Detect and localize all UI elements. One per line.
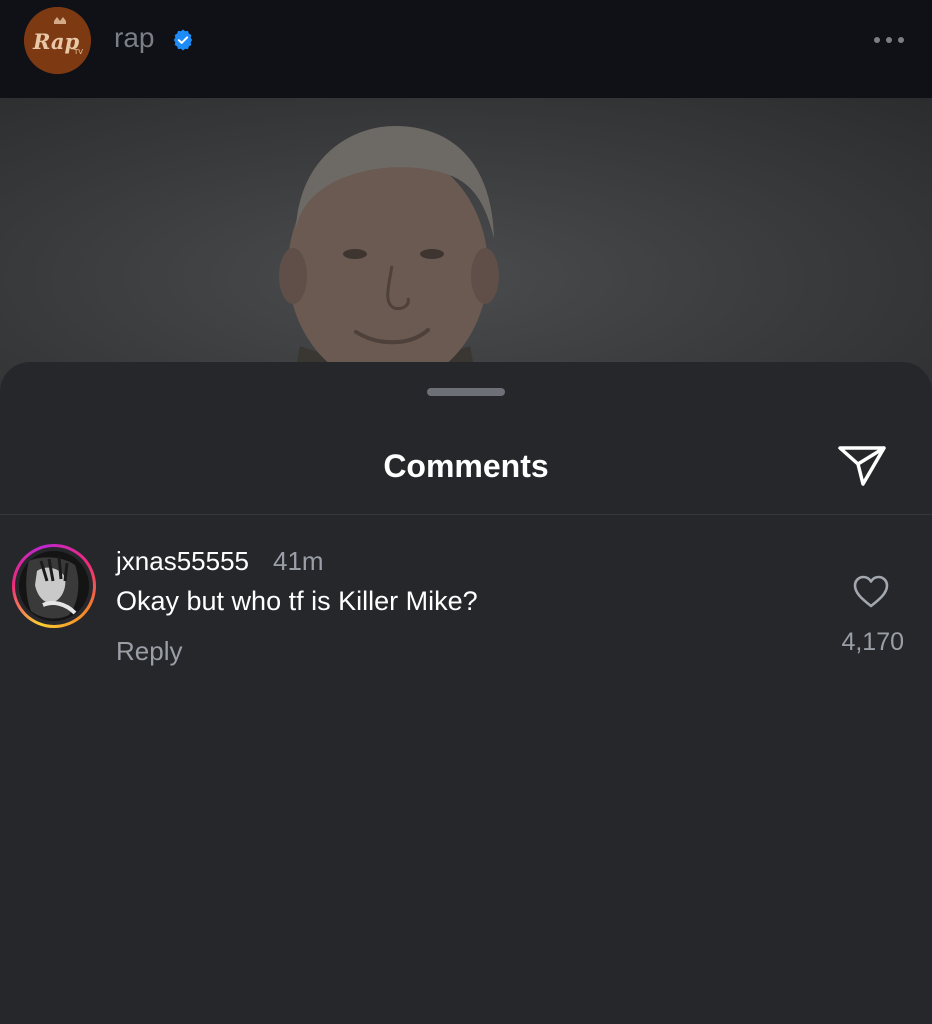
like-count: 4,170 — [841, 628, 904, 656]
sheet-drag-handle[interactable] — [427, 388, 505, 396]
sheet-divider — [0, 514, 932, 515]
instagram-post-screen: Rap TV rap Comments jxnas55555 41m Okay … — [0, 0, 932, 1024]
post-image[interactable] — [0, 98, 932, 398]
account-name[interactable]: rap — [114, 22, 154, 54]
rap-logo: Rap TV — [24, 7, 91, 74]
verified-badge-icon — [173, 29, 193, 51]
comment-item: jxnas55555 41m Okay but who tf is Killer… — [0, 542, 932, 682]
more-dot — [874, 37, 880, 43]
story-ring[interactable] — [12, 544, 96, 628]
comment-text: Okay but who tf is Killer Mike? — [116, 586, 478, 616]
comments-title: Comments — [383, 448, 549, 484]
comment-username[interactable]: jxnas55555 — [116, 546, 249, 577]
svg-text:Rap: Rap — [32, 29, 80, 54]
portrait-photo — [279, 126, 499, 398]
heart-outline-icon[interactable] — [852, 574, 890, 610]
commenter-avatar — [19, 551, 89, 621]
more-options-button[interactable] — [864, 30, 904, 50]
post-header: Rap TV rap — [0, 0, 932, 98]
comments-sheet: Comments jxnas55555 41m Okay but who tf … — [0, 362, 932, 1024]
paper-plane-icon[interactable] — [836, 444, 888, 488]
comment-timestamp: 41m — [273, 546, 324, 576]
more-dot — [898, 37, 904, 43]
more-dot — [886, 37, 892, 43]
svg-text:TV: TV — [73, 48, 83, 56]
avatar-photo — [19, 551, 89, 621]
account-avatar[interactable]: Rap TV — [24, 7, 91, 74]
reply-button[interactable]: Reply — [116, 636, 182, 667]
